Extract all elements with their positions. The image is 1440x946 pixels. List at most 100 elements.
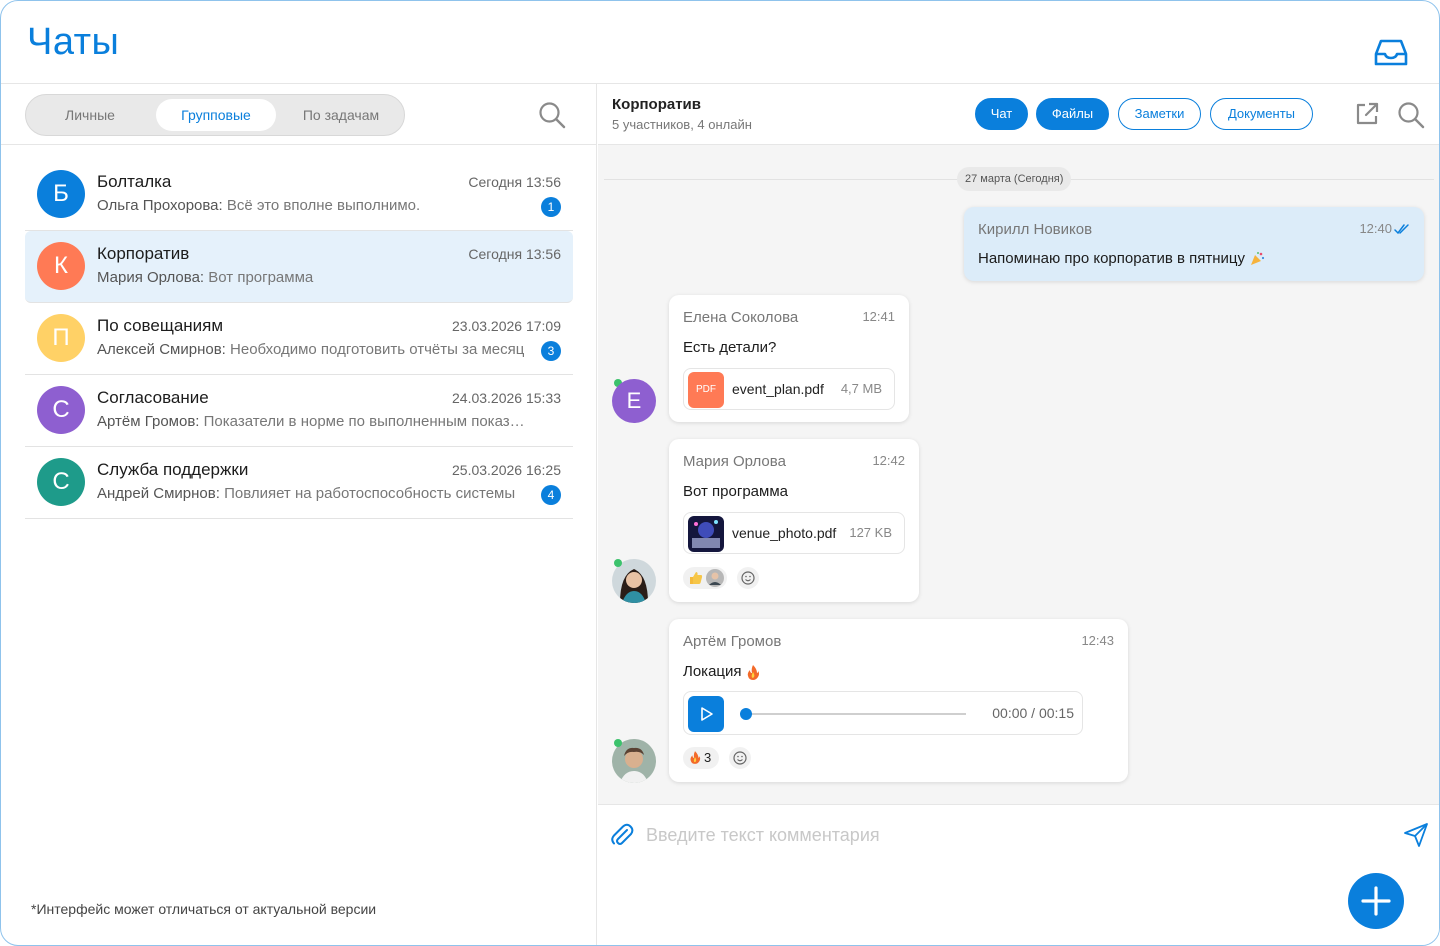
audio-progress-track[interactable] bbox=[744, 713, 966, 715]
conversation-panel: Корпоратив 5 участников, 4 онлайн Чат Фа… bbox=[598, 84, 1439, 945]
avatar: Б bbox=[37, 170, 85, 218]
message-bubble[interactable]: Артём Громов 12:43 Локация 00:00 / 00:15… bbox=[669, 619, 1128, 782]
app-header: Чаты bbox=[1, 1, 1439, 84]
message-bubble[interactable]: Елена Соколова 12:41 Есть детали? PDF ev… bbox=[669, 295, 909, 422]
conversation-header: Корпоратив 5 участников, 4 онлайн Чат Фа… bbox=[598, 84, 1439, 145]
preview-author: Андрей Смирнов: bbox=[97, 485, 220, 502]
tab-personal[interactable]: Личные bbox=[40, 99, 140, 131]
date-separator: 27 марта (Сегодня) bbox=[957, 167, 1072, 191]
message-author: Елена Соколова bbox=[683, 309, 799, 326]
image-thumbnail bbox=[688, 516, 724, 552]
reaction-chip[interactable] bbox=[683, 567, 727, 589]
avatar: С bbox=[37, 386, 85, 434]
chat-time: 23.03.2026 17:09 bbox=[452, 318, 561, 334]
add-reaction-button[interactable] bbox=[737, 567, 759, 589]
reaction-chip[interactable]: 3 bbox=[683, 747, 719, 769]
reactor-avatar-icon bbox=[706, 569, 724, 587]
chat-time: 24.03.2026 15:33 bbox=[452, 390, 561, 406]
chat-name: Служба поддержки bbox=[97, 460, 249, 479]
reaction-count: 3 bbox=[704, 750, 712, 765]
divider bbox=[1, 144, 597, 145]
chat-list-item[interactable]: С Служба поддержки 25.03.2026 16:25 Андр… bbox=[25, 447, 573, 519]
tab-notes[interactable]: Заметки bbox=[1118, 98, 1201, 130]
play-button[interactable] bbox=[688, 696, 724, 732]
avatar: С bbox=[37, 458, 85, 506]
audio-progress-handle[interactable] bbox=[740, 708, 752, 720]
chat-preview: Мария Орлова: Вот программа bbox=[97, 269, 527, 286]
file-attachment[interactable]: venue_photo.pdf 127 KB bbox=[683, 512, 905, 554]
chat-list: Б Болталка Сегодня 13:56 Ольга Прохорова… bbox=[25, 159, 573, 519]
chat-time: Сегодня 13:56 bbox=[468, 246, 561, 262]
chat-list-item[interactable]: Б Болталка Сегодня 13:56 Ольга Прохорова… bbox=[25, 159, 573, 231]
chat-preview: Ольга Прохорова: Всё это вполне выполним… bbox=[97, 197, 527, 214]
chat-name: Болталка bbox=[97, 172, 172, 191]
chat-preview: Андрей Смирнов: Повлияет на работоспособ… bbox=[97, 485, 527, 502]
preview-text: Показатели в норме по выполненным показа… bbox=[199, 413, 527, 430]
file-name: venue_photo.pdf bbox=[732, 525, 837, 541]
search-icon[interactable] bbox=[537, 100, 567, 130]
file-size: 127 KB bbox=[849, 525, 892, 540]
message-text: Локация bbox=[683, 663, 760, 681]
unread-badge: 3 bbox=[541, 341, 561, 361]
message-time: 12:41 bbox=[862, 309, 895, 324]
tab-chat[interactable]: Чат bbox=[975, 98, 1028, 130]
tab-documents[interactable]: Документы bbox=[1210, 98, 1313, 130]
add-button[interactable] bbox=[1348, 873, 1404, 929]
message-composer bbox=[598, 804, 1439, 945]
chat-time: 25.03.2026 16:25 bbox=[452, 462, 561, 478]
chat-name: Согласование bbox=[97, 388, 209, 407]
preview-author: Мария Орлова: bbox=[97, 269, 205, 286]
page-title: Чаты bbox=[27, 21, 120, 63]
message-author: Артём Громов bbox=[683, 633, 782, 650]
send-icon[interactable] bbox=[1403, 822, 1429, 848]
message-text-content: Локация bbox=[683, 663, 742, 680]
message-bubble[interactable]: Мария Орлова 12:42 Вот программа venue_p… bbox=[669, 439, 919, 602]
message-time: 12:42 bbox=[872, 453, 905, 468]
avatar: К bbox=[37, 242, 85, 290]
message-text: Есть детали? bbox=[683, 339, 777, 356]
app-window: Чаты Личные Групповые По задачам Б Болта… bbox=[0, 0, 1440, 946]
message-time: 12:43 bbox=[1081, 633, 1114, 648]
add-reaction-button[interactable] bbox=[729, 747, 751, 769]
smile-icon bbox=[733, 751, 747, 765]
tab-by-tasks[interactable]: По задачам bbox=[288, 99, 394, 131]
chat-preview: Алексей Смирнов: Необходимо подготовить … bbox=[97, 341, 527, 358]
tab-files[interactable]: Файлы bbox=[1036, 98, 1109, 130]
message-author: Мария Орлова bbox=[683, 453, 786, 470]
preview-text: Повлияет на работоспособность системы bbox=[219, 485, 516, 502]
file-size: 4,7 MB bbox=[840, 381, 882, 396]
preview-text: Необходимо подготовить отчёты за месяц bbox=[225, 341, 525, 358]
preview-author: Артём Громов: bbox=[97, 413, 200, 430]
play-icon bbox=[701, 707, 713, 721]
chat-time: Сегодня 13:56 bbox=[468, 174, 561, 190]
tab-group[interactable]: Групповые bbox=[156, 99, 276, 131]
preview-author: Ольга Прохорова: bbox=[97, 197, 223, 214]
search-icon[interactable] bbox=[1396, 100, 1426, 130]
comment-input[interactable] bbox=[646, 819, 1386, 851]
chat-name: По совещаниям bbox=[97, 316, 224, 335]
voice-message-player: 00:00 / 00:15 bbox=[683, 691, 1083, 735]
open-external-icon[interactable] bbox=[1354, 101, 1380, 127]
thumbs-up-icon bbox=[690, 572, 703, 584]
avatar[interactable]: Е bbox=[612, 379, 656, 423]
preview-author: Алексей Смирнов: bbox=[97, 341, 226, 358]
unread-badge: 1 bbox=[541, 197, 561, 217]
message-text-content: Напоминаю про корпоратив в пятницу bbox=[978, 250, 1245, 267]
plus-icon bbox=[1361, 886, 1391, 916]
audio-time: 00:00 / 00:15 bbox=[992, 705, 1074, 721]
chat-name: Корпоратив bbox=[97, 244, 190, 263]
paperclip-icon[interactable] bbox=[610, 822, 634, 848]
chat-list-item[interactable]: П По совещаниям 23.03.2026 17:09 Алексей… bbox=[25, 303, 573, 375]
chat-list-item[interactable]: К Корпоратив Сегодня 13:56 Мария Орлова:… bbox=[25, 231, 573, 303]
chat-list-panel: Личные Групповые По задачам Б Болталка С… bbox=[1, 84, 597, 945]
chat-list-item[interactable]: С Согласование 24.03.2026 15:33 Артём Гр… bbox=[25, 375, 573, 447]
file-name: event_plan.pdf bbox=[732, 381, 824, 397]
message-bubble-own[interactable]: Кирилл Новиков 12:40 Напоминаю про корпо… bbox=[964, 207, 1424, 281]
file-attachment[interactable]: PDF event_plan.pdf 4,7 MB bbox=[683, 368, 895, 410]
inbox-icon[interactable] bbox=[1373, 37, 1409, 67]
message-area[interactable]: 27 марта (Сегодня) Кирилл Новиков 12:40 … bbox=[598, 145, 1439, 804]
fire-icon bbox=[747, 664, 759, 680]
avatar: П bbox=[37, 314, 85, 362]
fire-icon bbox=[690, 751, 701, 764]
pdf-file-icon: PDF bbox=[688, 372, 724, 408]
